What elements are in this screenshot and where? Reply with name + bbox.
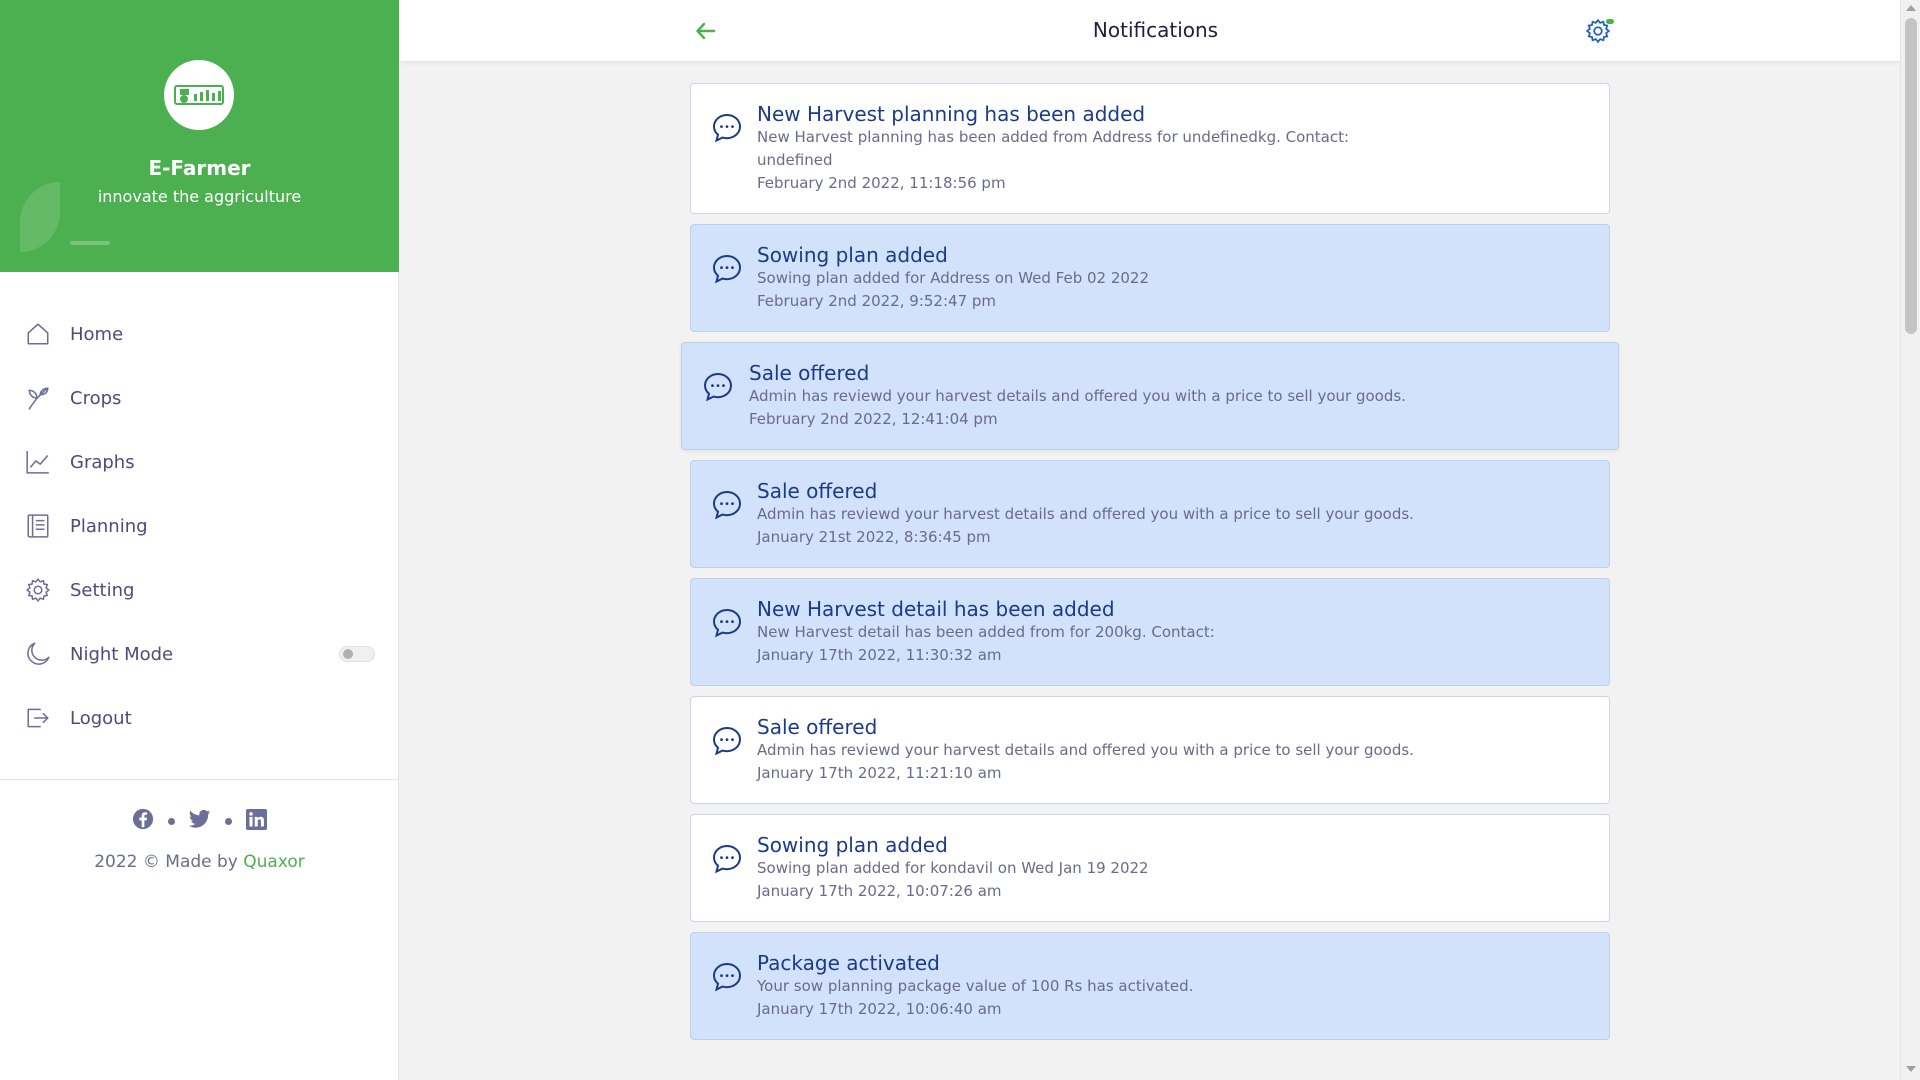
notification-item[interactable]: Sale offered Admin has reviewd your harv…: [690, 460, 1610, 568]
copyright: 2022 © Made by Quaxor: [0, 852, 399, 872]
notification-timestamp: January 17th 2022, 10:06:40 am: [757, 1000, 1002, 1018]
brand-name: E-Farmer: [148, 156, 251, 180]
notification-title: Sowing plan added: [757, 243, 948, 267]
gear-icon: [24, 576, 52, 604]
chat-bubble-icon: [703, 372, 733, 402]
night-mode-toggle[interactable]: [339, 646, 375, 662]
notification-message: Admin has reviewd your harvest details a…: [749, 387, 1406, 405]
sidebar-item-label: Graphs: [70, 451, 135, 473]
page-title: Notifications: [1092, 18, 1219, 42]
notification-title: Sale offered: [757, 479, 878, 503]
chat-bubble-icon: [712, 844, 742, 874]
sidebar-item-label: Crops: [70, 387, 122, 409]
notification-title: Package activated: [757, 951, 940, 975]
tractor-logo-icon: [174, 85, 224, 105]
notification-item[interactable]: New Harvest detail has been added New Ha…: [690, 578, 1610, 686]
company-link[interactable]: Quaxor: [243, 852, 305, 872]
notification-timestamp: January 17th 2022, 11:30:32 am: [757, 646, 1002, 664]
decorative-bar: [70, 241, 110, 245]
separator-dot: [168, 817, 175, 825]
sidebar-item-label: Night Mode: [70, 643, 174, 665]
logout-icon: [24, 704, 52, 732]
notification-item[interactable]: Sale offered Admin has reviewd your harv…: [690, 696, 1610, 804]
notification-message: New Harvest planning has been added from…: [757, 128, 1350, 169]
notification-message: Sowing plan added for kondavil on Wed Ja…: [757, 859, 1149, 877]
moon-icon: [24, 640, 52, 668]
notification-item[interactable]: Sowing plan added Sowing plan added for …: [690, 814, 1610, 922]
chat-bubble-icon: [712, 726, 742, 756]
sidebar-item-setting[interactable]: Setting: [0, 558, 399, 622]
sidebar-item-logout[interactable]: Logout: [0, 686, 399, 750]
top-bar: Notifications: [400, 0, 1900, 62]
notification-message: Admin has reviewd your harvest details a…: [757, 505, 1414, 523]
notification-title: Sowing plan added: [757, 833, 948, 857]
notification-title: New Harvest detail has been added: [757, 597, 1115, 621]
notification-timestamp: February 2nd 2022, 11:18:56 pm: [757, 174, 1006, 192]
chat-bubble-icon: [712, 254, 742, 284]
home-icon: [24, 320, 52, 348]
separator-dot: [225, 817, 232, 825]
scrollbar-thumb[interactable]: [1905, 18, 1917, 334]
brand-header: E-Farmer innovate the aggriculture: [0, 0, 399, 272]
sidebar-item-label: Home: [70, 323, 124, 345]
scroll-down-arrow-icon[interactable]: [1906, 1066, 1916, 1072]
toggle-knob: [343, 649, 353, 659]
brand-tagline: innovate the aggriculture: [97, 187, 302, 206]
copyright-text: 2022 © Made by: [94, 852, 244, 872]
scroll-up-arrow-icon[interactable]: [1906, 5, 1916, 11]
notification-item[interactable]: Package activated Your sow planning pack…: [690, 932, 1610, 1040]
sidebar-item-graphs[interactable]: Graphs: [0, 430, 399, 494]
linkedin-icon[interactable]: [246, 808, 267, 834]
sidebar-divider: [0, 779, 399, 780]
notification-timestamp: January 21st 2022, 8:36:45 pm: [757, 528, 991, 546]
notification-title: Sale offered: [749, 361, 870, 385]
sidebar-item-home[interactable]: Home: [0, 302, 399, 366]
list-document-icon: [24, 512, 52, 540]
sprout-icon: [24, 384, 52, 412]
notification-timestamp: January 17th 2022, 11:21:10 am: [757, 764, 1002, 782]
status-indicator: [1606, 19, 1614, 24]
chat-bubble-icon: [712, 608, 742, 638]
line-chart-icon: [24, 448, 52, 476]
sidebar-item-label: Logout: [70, 707, 132, 729]
notification-message: New Harvest detail has been added from f…: [757, 623, 1215, 641]
notification-timestamp: February 2nd 2022, 9:52:47 pm: [757, 292, 997, 310]
notification-item[interactable]: Sale offered Admin has reviewd your harv…: [681, 342, 1619, 450]
chat-bubble-icon: [712, 113, 742, 143]
chat-bubble-icon: [712, 962, 742, 992]
brand-logo[interactable]: [164, 60, 234, 130]
notification-list: New Harvest planning has been added New …: [681, 83, 1619, 1050]
sidebar-item-label: Planning: [70, 515, 148, 537]
notification-timestamp: February 2nd 2022, 12:41:04 pm: [749, 410, 998, 428]
notification-title: Sale offered: [757, 715, 878, 739]
sidebar-item-label: Setting: [70, 579, 135, 601]
notification-item[interactable]: New Harvest planning has been added New …: [690, 83, 1610, 214]
notification-message: Sowing plan added for Address on Wed Feb…: [757, 269, 1150, 287]
notification-message: Your sow planning package value of 100 R…: [757, 977, 1194, 995]
sidebar-item-crops[interactable]: Crops: [0, 366, 399, 430]
notification-item[interactable]: Sowing plan added Sowing plan added for …: [690, 224, 1610, 332]
sidebar: E-Farmer innovate the aggriculture Home …: [0, 0, 399, 1080]
page-scrollbar[interactable]: [1900, 0, 1920, 1080]
settings-button[interactable]: [1585, 18, 1614, 46]
sidebar-item-night-mode[interactable]: Night Mode: [0, 622, 399, 686]
social-links: [0, 808, 399, 834]
sidebar-item-planning[interactable]: Planning: [0, 494, 399, 558]
notification-message: Admin has reviewd your harvest details a…: [757, 741, 1414, 759]
chat-bubble-icon: [712, 490, 742, 520]
sidebar-nav: Home Crops Graphs Planning Setting Night…: [0, 302, 399, 750]
notification-timestamp: January 17th 2022, 10:07:26 am: [757, 882, 1002, 900]
notification-title: New Harvest planning has been added: [757, 102, 1146, 126]
twitter-icon[interactable]: [188, 809, 211, 833]
facebook-icon[interactable]: [132, 808, 154, 834]
